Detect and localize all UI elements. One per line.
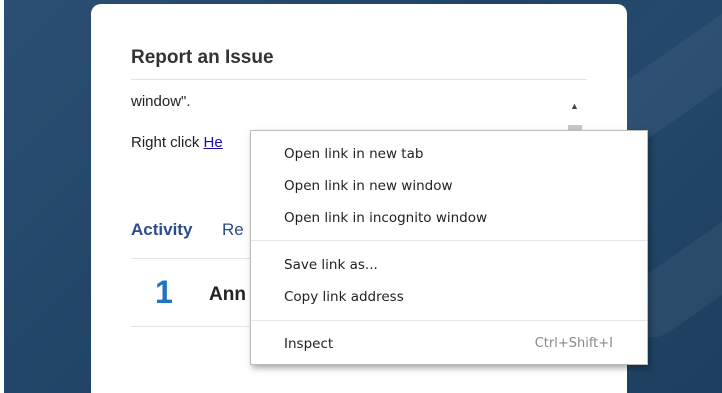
menu-separator — [251, 240, 647, 241]
card-title: Report an Issue — [131, 47, 274, 68]
menu-item-copy-link[interactable]: Copy link address — [251, 284, 647, 310]
tab-other[interactable]: Re — [222, 220, 244, 240]
activity-name[interactable]: Ann — [209, 284, 246, 306]
help-link[interactable]: He — [204, 134, 223, 151]
menu-separator — [251, 320, 647, 321]
activity-number: 1 — [155, 274, 173, 310]
tab-activity[interactable]: Activity — [131, 220, 192, 240]
menu-item-inspect[interactable]: Inspect Ctrl+Shift+I — [251, 331, 647, 357]
menu-item-open-incognito[interactable]: Open link in incognito window — [251, 205, 647, 231]
scroll-up-icon[interactable]: ▲ — [570, 101, 579, 111]
body-text-line1: window". — [131, 93, 191, 110]
body-text-prefix: Right click — [131, 134, 204, 151]
context-menu: Open link in new tab Open link in new wi… — [250, 130, 648, 365]
menu-item-save-link[interactable]: Save link as... — [251, 252, 647, 278]
body-text-line2: Right click He — [131, 134, 223, 151]
menu-item-shortcut: Ctrl+Shift+I — [534, 336, 613, 351]
menu-item-open-new-window[interactable]: Open link in new window — [251, 173, 647, 199]
menu-item-label: Copy link address — [284, 289, 404, 305]
menu-item-label: Open link in incognito window — [284, 210, 488, 226]
menu-item-open-new-tab[interactable]: Open link in new tab — [251, 141, 647, 167]
menu-item-label: Inspect — [284, 336, 334, 352]
menu-item-label: Open link in new window — [284, 178, 453, 194]
title-divider — [131, 79, 587, 80]
menu-item-label: Open link in new tab — [284, 146, 424, 162]
menu-item-label: Save link as... — [284, 257, 378, 273]
